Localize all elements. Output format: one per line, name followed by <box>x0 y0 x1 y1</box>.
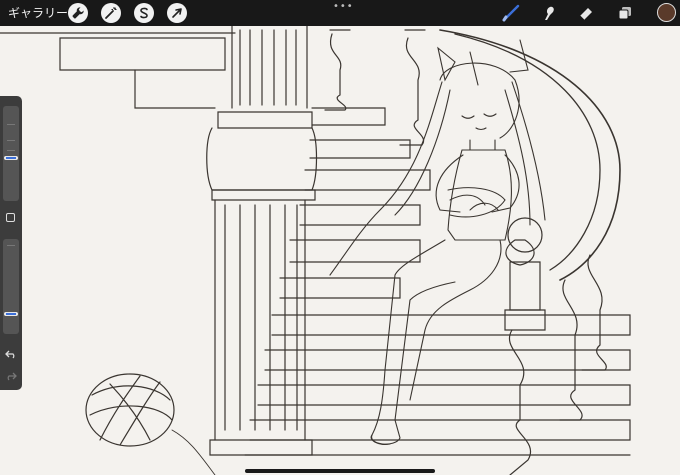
wrench-icon <box>72 7 84 19</box>
transform-button[interactable] <box>167 3 187 23</box>
adjustments-button[interactable] <box>101 3 121 23</box>
gallery-button[interactable]: ギャラリー <box>8 4 68 22</box>
home-indicator <box>245 469 435 473</box>
actions-button[interactable] <box>68 3 88 23</box>
smudge-finger-icon <box>545 6 554 20</box>
layers-button[interactable] <box>614 3 636 23</box>
selection-button[interactable] <box>134 3 154 23</box>
arrow-cursor-icon <box>172 8 182 18</box>
more-dots[interactable]: ••• <box>333 2 354 12</box>
eraser-tool-button[interactable] <box>575 3 597 23</box>
drawing-canvas[interactable] <box>0 26 680 475</box>
brush-icon <box>502 4 520 22</box>
color-picker-swatch[interactable] <box>657 3 676 22</box>
smudge-tool-button[interactable] <box>538 3 560 23</box>
magic-wand-icon <box>105 7 117 19</box>
top-toolbar: ギャラリー ••• <box>0 0 680 26</box>
selection-s-icon <box>140 7 148 19</box>
brush-tool-button[interactable] <box>500 3 522 23</box>
eraser-icon <box>579 8 592 21</box>
staircase-sketch <box>0 26 631 475</box>
layers-icon <box>618 7 631 20</box>
